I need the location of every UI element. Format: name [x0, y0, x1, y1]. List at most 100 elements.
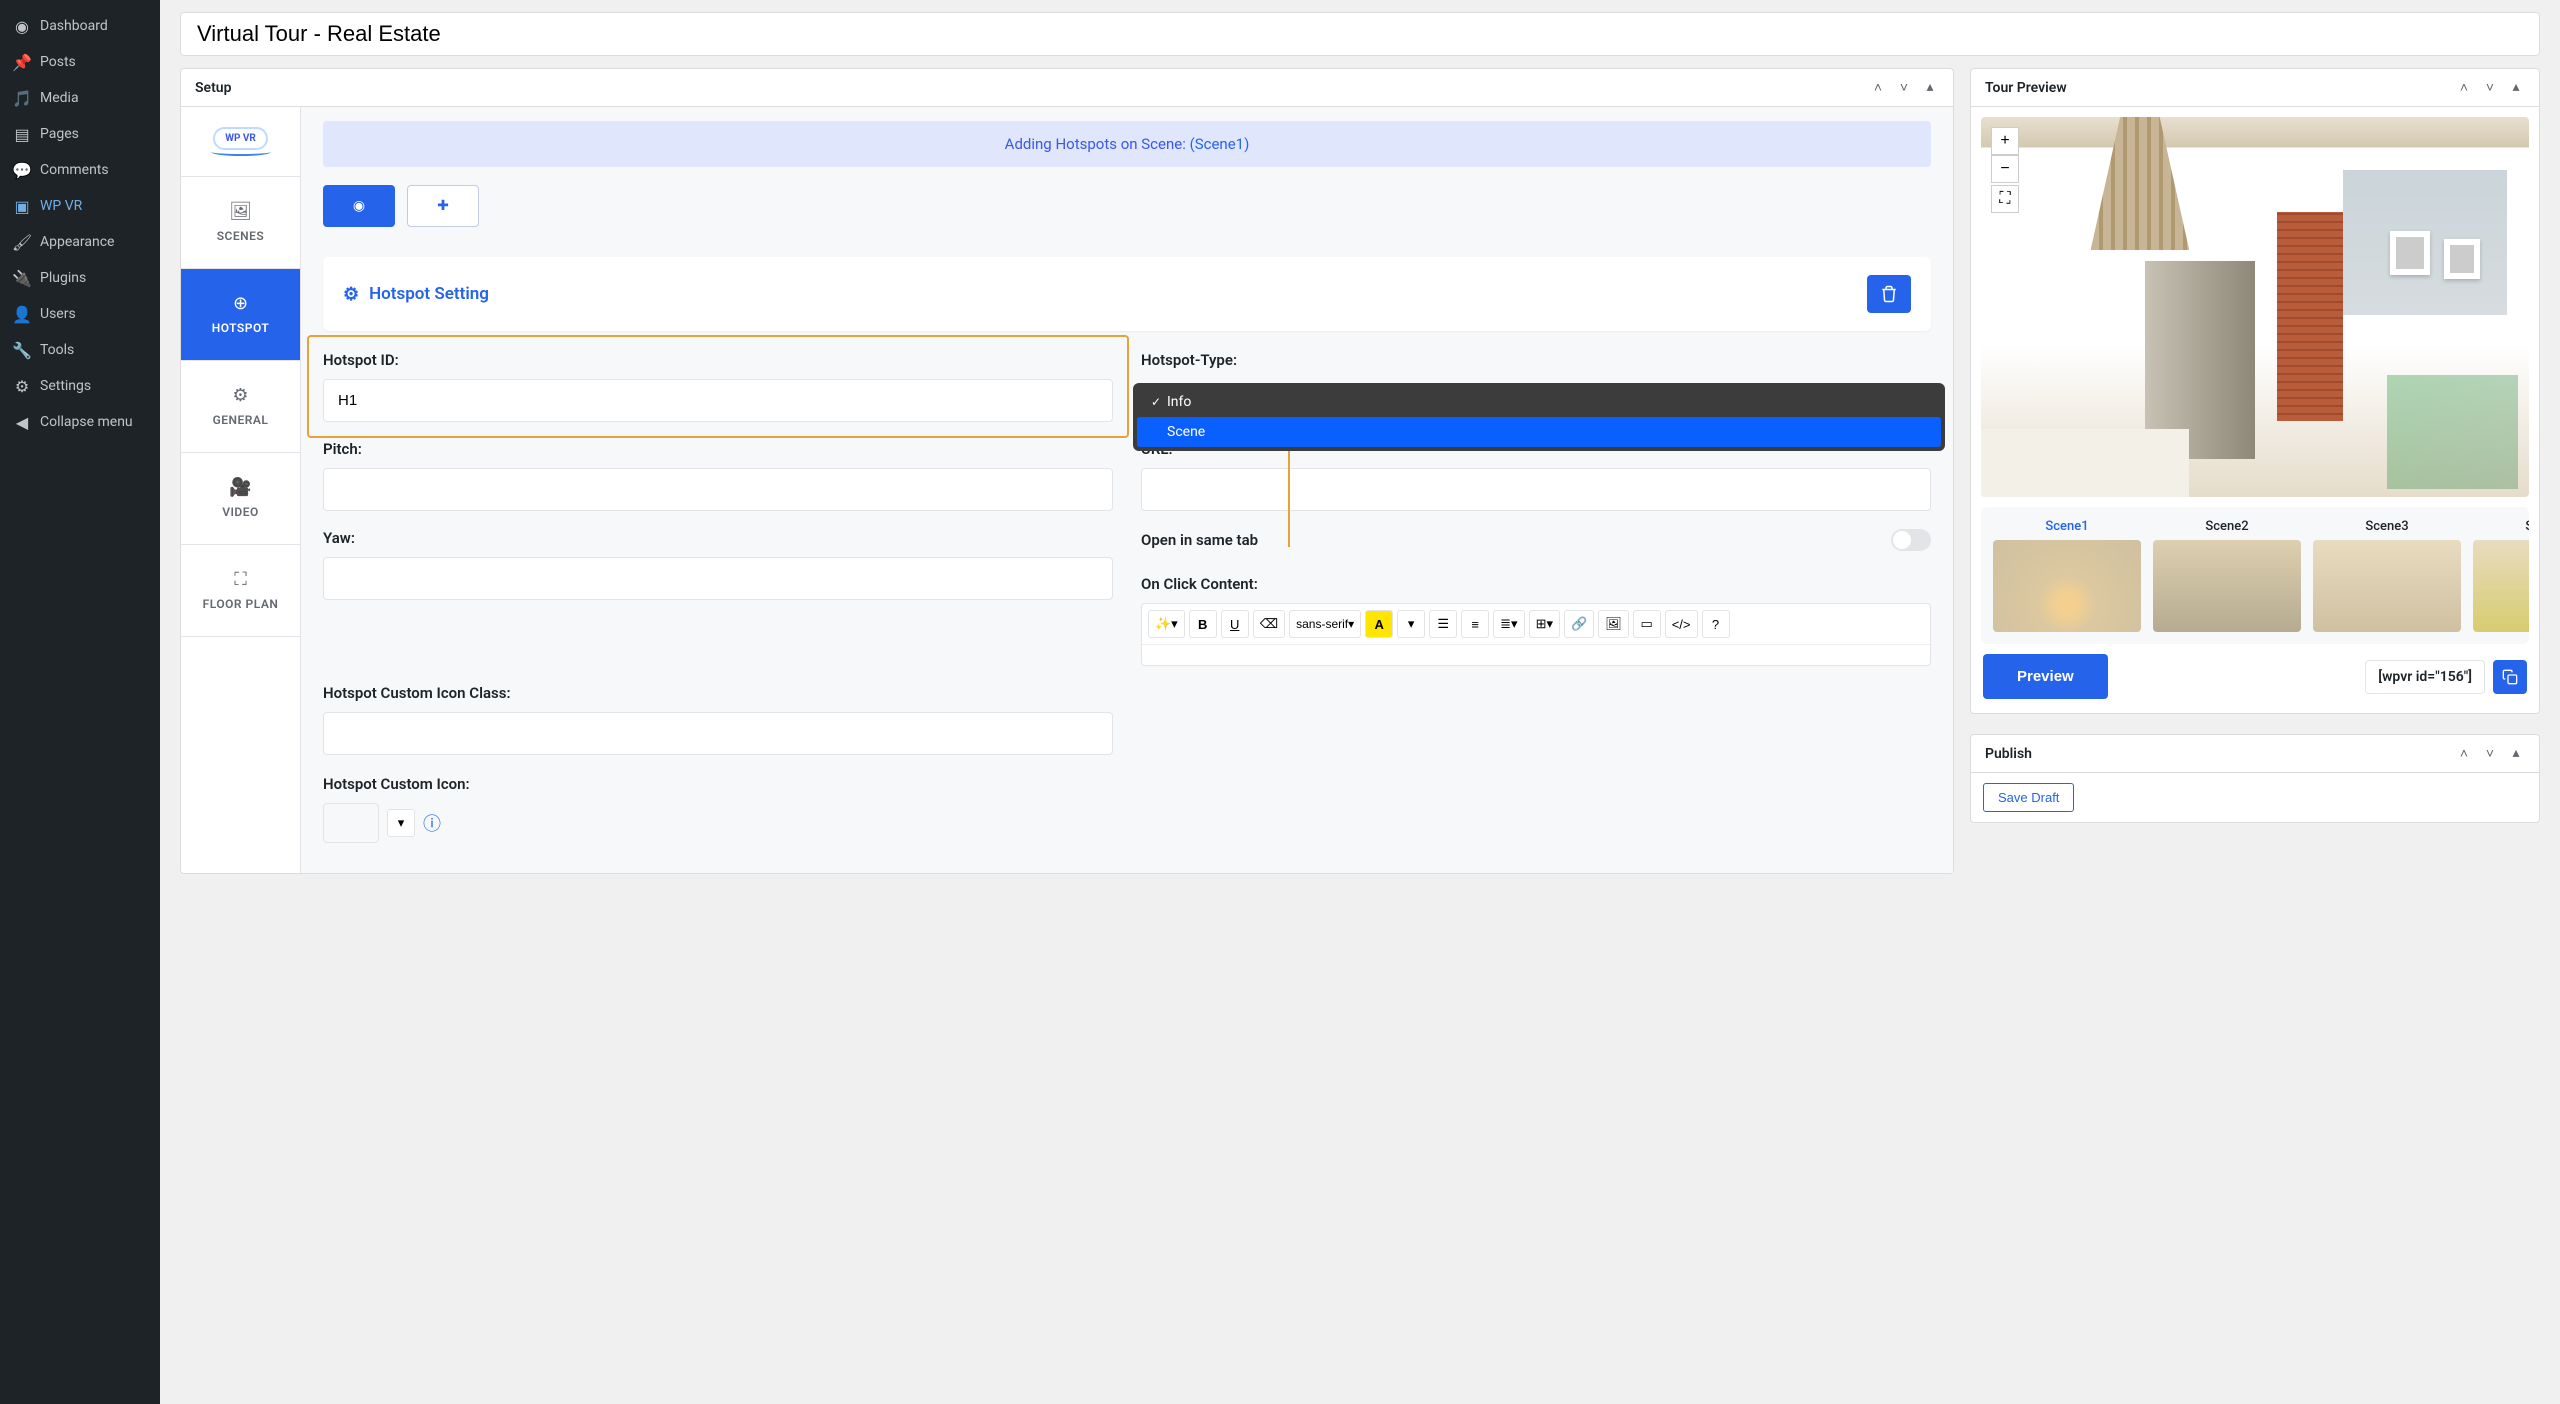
- ed-ol-button[interactable]: ≡: [1461, 610, 1489, 638]
- target-icon: ⊕: [187, 293, 294, 314]
- brand-logo: WP VR: [181, 107, 300, 177]
- panel-down-icon[interactable]: ˅: [2481, 79, 2499, 96]
- tab-scenes[interactable]: 🖼SCENES: [181, 177, 300, 269]
- info-icon[interactable]: ⓘ: [423, 810, 441, 836]
- panorama-viewer[interactable]: [1981, 117, 2529, 497]
- publish-panel: Publish ˄ ˅ ▴ Save Draft: [1970, 734, 2540, 823]
- ed-align-button[interactable]: ≣▾: [1493, 610, 1524, 638]
- panel-up-icon[interactable]: ˄: [2455, 745, 2473, 762]
- ed-video-button[interactable]: ▭: [1633, 610, 1661, 638]
- yaw-input[interactable]: [323, 557, 1113, 600]
- ed-erase-button[interactable]: ⌫: [1253, 610, 1285, 638]
- hotspot-id-input[interactable]: [323, 379, 1113, 422]
- panel-toggle-icon[interactable]: ▴: [2507, 745, 2525, 762]
- setup-panel: Setup ˄ ˅ ▴ WP VR 🖼SCENES ⊕HOTSP: [180, 68, 1954, 874]
- gear-icon: ⚙: [187, 385, 294, 406]
- hotspot-type-label: Hotspot-Type:: [1141, 351, 1931, 369]
- hotspot-current-button[interactable]: ◉: [323, 185, 395, 227]
- menu-tools[interactable]: 🔧Tools: [0, 332, 160, 368]
- tour-title-input[interactable]: [197, 21, 2523, 47]
- page-icon: ▤: [12, 124, 32, 144]
- ed-link-button[interactable]: 🔗: [1564, 610, 1594, 638]
- panel-up-icon[interactable]: ˄: [1869, 79, 1887, 96]
- ed-ul-button[interactable]: ☰: [1429, 610, 1457, 638]
- menu-pages[interactable]: ▤Pages: [0, 116, 160, 152]
- preview-button[interactable]: Preview: [1983, 654, 2108, 699]
- ed-table-button[interactable]: ⊞▾: [1529, 610, 1560, 638]
- custom-icon-caret[interactable]: ▾: [387, 809, 415, 837]
- menu-collapse[interactable]: ◀Collapse menu: [0, 404, 160, 440]
- panel-toggle-icon[interactable]: ▴: [1921, 79, 1939, 96]
- hotspot-id-highlight: Hotspot ID:: [307, 335, 1129, 438]
- delete-hotspot-button[interactable]: [1867, 275, 1911, 313]
- ed-help-button[interactable]: ?: [1702, 610, 1730, 638]
- video-icon: 🎥: [187, 477, 294, 498]
- menu-plugins[interactable]: 🔌Plugins: [0, 260, 160, 296]
- ed-magic-button[interactable]: ✨▾: [1148, 610, 1185, 638]
- tab-video[interactable]: 🎥VIDEO: [181, 453, 300, 545]
- menu-posts[interactable]: 📌Posts: [0, 44, 160, 80]
- tab-general[interactable]: ⚙GENERAL: [181, 361, 300, 453]
- pitch-input[interactable]: [323, 468, 1113, 511]
- custom-icon-class-input[interactable]: [323, 712, 1113, 755]
- same-tab-toggle[interactable]: [1891, 529, 1931, 551]
- menu-users[interactable]: 👤Users: [0, 296, 160, 332]
- ed-code-button[interactable]: </>: [1665, 610, 1698, 638]
- menu-settings[interactable]: ⚙Settings: [0, 368, 160, 404]
- dropdown-option-scene[interactable]: Scene: [1137, 417, 1941, 447]
- thumb-scene2[interactable]: Scene2: [2153, 519, 2301, 632]
- comment-icon: 💬: [12, 160, 32, 180]
- panel-down-icon[interactable]: ˅: [1895, 79, 1913, 96]
- copy-shortcode-button[interactable]: [2493, 660, 2527, 694]
- ed-bold-button[interactable]: B: [1189, 610, 1217, 638]
- hotspot-setting-header: ⚙ Hotspot Setting: [323, 257, 1931, 331]
- menu-dashboard[interactable]: ◉Dashboard: [0, 8, 160, 44]
- hotspot-add-button[interactable]: ✚: [407, 185, 479, 227]
- setup-panel-title: Setup: [195, 80, 231, 96]
- tab-floorplan[interactable]: ⛶FLOOR PLAN: [181, 545, 300, 637]
- custom-icon-class-label: Hotspot Custom Icon Class:: [323, 684, 1113, 702]
- image-icon: 🖼: [187, 201, 294, 222]
- ed-color-button[interactable]: A: [1365, 610, 1393, 638]
- scene-thumbnails: Scene1 Scene2 Scene3 Scene4: [1981, 507, 2529, 644]
- collapse-icon: ◀: [12, 412, 32, 432]
- fullscreen-button[interactable]: ⛶: [1991, 185, 2019, 213]
- tab-hotspot[interactable]: ⊕HOTSPOT: [181, 269, 300, 361]
- menu-wpvr[interactable]: ▣WP VR: [0, 188, 160, 224]
- vr-icon: ▣: [12, 196, 32, 216]
- dashboard-icon: ◉: [12, 16, 32, 36]
- ed-image-button[interactable]: 🖼: [1598, 610, 1629, 638]
- page-title-box: [180, 12, 2540, 56]
- yaw-label: Yaw:: [323, 529, 1113, 547]
- panel-down-icon[interactable]: ˅: [2481, 745, 2499, 762]
- ed-underline-button[interactable]: U: [1221, 610, 1249, 638]
- url-input[interactable]: [1141, 468, 1931, 511]
- zoom-out-button[interactable]: −: [1991, 155, 2019, 183]
- pitch-label: Pitch:: [323, 440, 1113, 458]
- scene-link[interactable]: (Scene1): [1190, 135, 1250, 153]
- brush-icon: 🖌: [12, 232, 32, 252]
- thumb-scene4[interactable]: Scene4: [2473, 519, 2529, 632]
- same-tab-label: Open in same tab: [1141, 531, 1258, 549]
- save-draft-button[interactable]: Save Draft: [1983, 783, 2074, 812]
- panel-toggle-icon[interactable]: ▴: [2507, 79, 2525, 96]
- menu-comments[interactable]: 💬Comments: [0, 152, 160, 188]
- ed-color-caret[interactable]: ▾: [1397, 610, 1425, 638]
- zoom-in-button[interactable]: +: [1991, 127, 2019, 155]
- plug-icon: 🔌: [12, 268, 32, 288]
- custom-icon-label: Hotspot Custom Icon:: [323, 775, 1113, 793]
- shortcode-display: [wpvr id="156"]: [2365, 660, 2485, 694]
- menu-media[interactable]: 🎵Media: [0, 80, 160, 116]
- panel-up-icon[interactable]: ˄: [2455, 79, 2473, 96]
- ed-font-select[interactable]: sans-serif ▾: [1289, 610, 1361, 638]
- thumb-scene1[interactable]: Scene1: [1993, 519, 2141, 632]
- thumb-scene3[interactable]: Scene3: [2313, 519, 2461, 632]
- publish-panel-title: Publish: [1985, 746, 2032, 762]
- onclick-label: On Click Content:: [1141, 575, 1931, 593]
- menu-appearance[interactable]: 🖌Appearance: [0, 224, 160, 260]
- preview-panel: Tour Preview ˄ ˅ ▴: [1970, 68, 2540, 714]
- dropdown-option-info[interactable]: Info: [1137, 387, 1941, 417]
- hotspot-id-label: Hotspot ID:: [323, 351, 1113, 369]
- map-icon: ⛶: [187, 569, 294, 590]
- media-icon: 🎵: [12, 88, 32, 108]
